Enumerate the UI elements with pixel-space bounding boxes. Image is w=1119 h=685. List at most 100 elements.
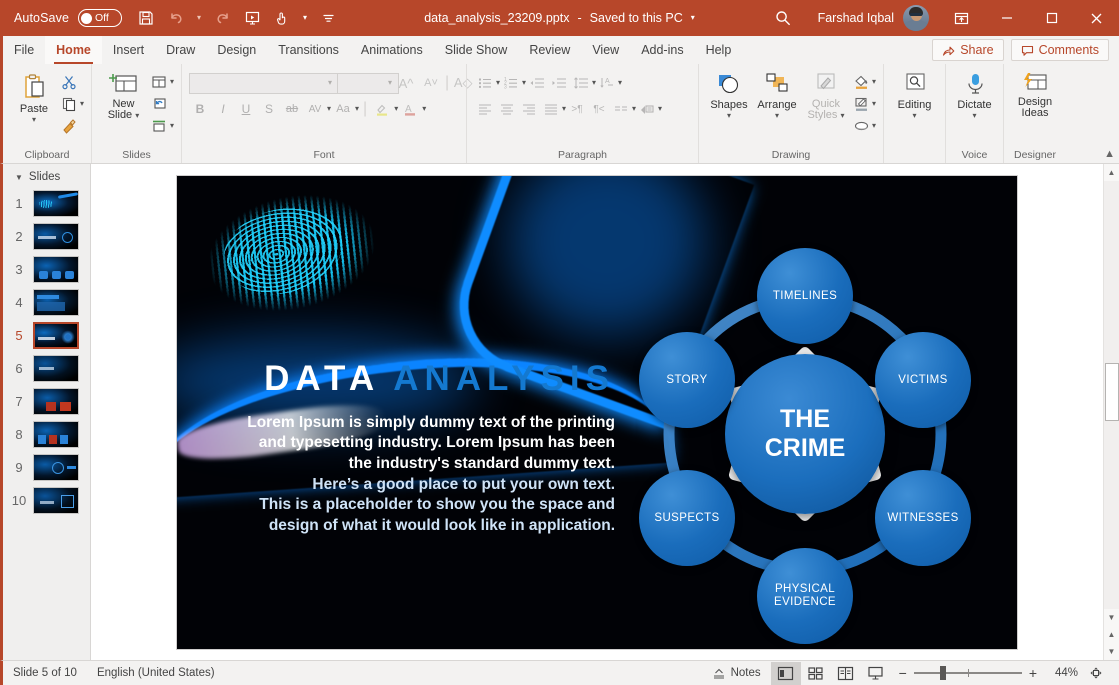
columns-button[interactable] <box>610 98 632 120</box>
diagram-node-story[interactable]: STORY <box>639 332 735 428</box>
thumbnail-image[interactable] <box>33 487 79 514</box>
save-icon[interactable] <box>132 4 160 32</box>
layout-icon[interactable] <box>148 71 170 93</box>
bold-button[interactable]: B <box>189 98 211 120</box>
thumbnail-item-9[interactable]: 9 <box>3 451 90 484</box>
convert-to-smartart-button[interactable] <box>636 98 658 120</box>
tab-view[interactable]: View <box>581 36 630 64</box>
undo-icon[interactable] <box>162 4 190 32</box>
scrollbar-track[interactable] <box>1103 181 1119 609</box>
thumbnail-item-10[interactable]: 10 <box>3 484 90 517</box>
shape-outline-chevron-down-icon[interactable]: ▾ <box>872 100 876 108</box>
new-slide-button[interactable]: New Slide ▾ <box>99 69 148 121</box>
layout-dropdown-icon[interactable]: ▾ <box>170 78 174 86</box>
change-case-chevron-down-icon[interactable]: ▾ <box>355 105 359 113</box>
tab-design[interactable]: Design <box>206 36 267 64</box>
underline-button[interactable]: U <box>235 98 257 120</box>
increase-list-level-button[interactable]: >¶ <box>566 98 588 120</box>
shapes-button[interactable]: Shapes ▾ <box>706 69 752 120</box>
tab-help[interactable]: Help <box>695 36 743 64</box>
shapes-dropdown-icon[interactable]: ▾ <box>727 112 731 120</box>
tab-insert[interactable]: Insert <box>102 36 155 64</box>
cut-icon[interactable] <box>58 71 80 93</box>
slide-canvas[interactable]: DATA ANALYSIS Lorem Ipsum is simply dumm… <box>177 176 1017 649</box>
tab-animations[interactable]: Animations <box>350 36 434 64</box>
tab-add-ins[interactable]: Add-ins <box>630 36 694 64</box>
font-color-button[interactable]: A <box>399 98 421 120</box>
comments-button[interactable]: Comments <box>1010 39 1109 61</box>
paste-dropdown-icon[interactable]: ▾ <box>32 116 36 124</box>
align-right-button[interactable] <box>518 98 540 120</box>
increase-font-size-icon[interactable]: A^ <box>395 72 417 94</box>
format-painter-icon[interactable] <box>58 115 80 137</box>
tab-slide-show[interactable]: Slide Show <box>434 36 519 64</box>
design-ideas-button[interactable]: Design Ideas <box>1011 69 1059 119</box>
slide-sorter-view-button[interactable] <box>801 662 831 685</box>
touch-mode-dropdown-icon[interactable]: ▾ <box>298 4 312 32</box>
line-spacing-button[interactable] <box>570 72 592 94</box>
zoom-slider[interactable]: − + 44% <box>891 665 1119 681</box>
save-state-label[interactable]: Saved to this PC <box>590 11 683 25</box>
numbering-button[interactable]: 123 <box>500 72 522 94</box>
shape-outline-icon[interactable] <box>850 93 872 115</box>
editing-button[interactable]: Editing ▾ <box>891 69 938 120</box>
font-name-input[interactable] <box>189 72 339 94</box>
start-presentation-icon[interactable] <box>238 4 266 32</box>
thumbnail-image[interactable] <box>33 388 79 415</box>
text-shadow-button[interactable]: S <box>258 98 280 120</box>
scroll-down-arrow-icon[interactable]: ▼ <box>1104 609 1119 626</box>
language-indicator[interactable]: English (United States) <box>87 661 225 685</box>
text-highlight-color-button[interactable] <box>371 98 393 120</box>
zoom-level-label[interactable]: 44% <box>1044 667 1078 679</box>
thumbnail-image[interactable] <box>33 421 79 448</box>
share-button[interactable]: Share <box>932 39 1004 61</box>
reading-view-button[interactable] <box>831 662 861 685</box>
zoom-track[interactable] <box>913 666 1022 680</box>
thumbnail-image[interactable] <box>33 355 79 382</box>
reset-icon[interactable] <box>148 93 170 115</box>
decrease-indent-button[interactable] <box>526 72 548 94</box>
section-icon[interactable] <box>148 115 170 137</box>
autosave-toggle[interactable]: Off <box>78 9 123 27</box>
diagram-node-timelines[interactable]: TIMELINES <box>757 248 853 344</box>
maximize-button[interactable] <box>1029 0 1074 36</box>
copy-dropdown-icon[interactable]: ▾ <box>80 100 84 108</box>
diagram-node-suspects[interactable]: SUSPECTS <box>639 470 735 566</box>
redo-icon[interactable] <box>208 4 236 32</box>
zoom-thumb[interactable] <box>939 666 946 680</box>
zoom-in-button[interactable]: + <box>1029 665 1037 681</box>
undo-dropdown-icon[interactable]: ▾ <box>192 4 206 32</box>
tab-transitions[interactable]: Transitions <box>267 36 350 64</box>
decrease-font-size-icon[interactable]: A˅ <box>420 72 442 94</box>
justify-button[interactable] <box>540 98 562 120</box>
new-slide-dropdown-icon[interactable]: ▾ <box>135 111 139 120</box>
save-state-chevron-down-icon[interactable]: ▾ <box>691 14 695 22</box>
shape-effects-icon[interactable] <box>850 115 872 137</box>
thumbnail-item-7[interactable]: 7 <box>3 385 90 418</box>
font-size-chevron-down-icon[interactable]: ▾ <box>388 79 392 87</box>
thumbnail-image[interactable] <box>33 289 79 316</box>
center-button[interactable] <box>496 98 518 120</box>
arrange-dropdown-icon[interactable]: ▾ <box>775 112 779 120</box>
editing-dropdown-icon[interactable]: ▾ <box>912 112 916 120</box>
next-slide-icon[interactable]: ▼ <box>1104 643 1119 660</box>
quick-styles-dropdown-icon[interactable]: ▾ <box>841 111 845 120</box>
ribbon-display-options-icon[interactable] <box>939 0 984 36</box>
arrange-button[interactable]: Arrange ▾ <box>752 69 802 120</box>
avatar[interactable] <box>903 5 929 31</box>
fit-to-window-icon[interactable] <box>1085 666 1111 680</box>
increase-indent-button[interactable] <box>548 72 570 94</box>
text-direction-chevron-down-icon[interactable]: ▾ <box>618 79 622 87</box>
diagram-node-witnesses[interactable]: WITNESSES <box>875 470 971 566</box>
thumbnail-image[interactable] <box>33 322 79 349</box>
diagram-node-physical-evidence[interactable]: PHYSICAL EVIDENCE <box>757 548 853 644</box>
align-left-button[interactable] <box>474 98 496 120</box>
thumbnail-image[interactable] <box>33 223 79 250</box>
character-spacing-button[interactable]: AV <box>304 98 326 120</box>
tab-home[interactable]: Home <box>45 36 102 64</box>
thumbnail-item-8[interactable]: 8 <box>3 418 90 451</box>
customize-qat-icon[interactable] <box>314 4 342 32</box>
diagram-center-node[interactable]: THE CRIME <box>725 354 885 514</box>
italic-button[interactable]: I <box>212 98 234 120</box>
text-direction-button[interactable]: A <box>596 72 618 94</box>
